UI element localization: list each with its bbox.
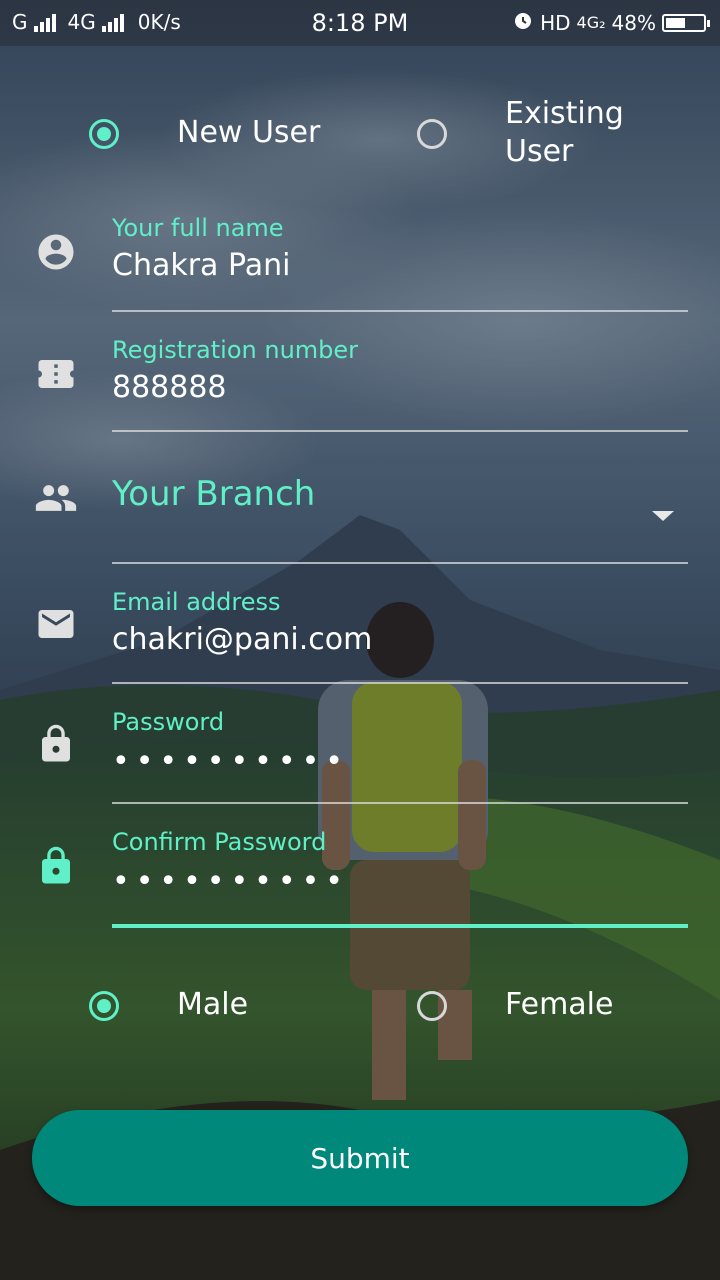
female-label[interactable]: Female [505,986,613,1024]
password-label: Password [112,708,225,736]
account-circle-icon [34,230,78,274]
registration-label: Registration number [112,336,359,364]
email-icon [34,602,78,646]
password-input[interactable]: •••••••••• [112,744,349,779]
network-type: 4G₂ [576,13,606,32]
full-name-underline [112,310,688,312]
email-underline [112,682,688,684]
branch-placeholder[interactable]: Your Branch [112,474,315,514]
submit-button[interactable]: Submit [32,1110,688,1206]
status-bar-right: HD 4G₂ 48% [512,9,710,36]
full-name-input[interactable]: Chakra Pani [112,248,290,283]
lock-icon [34,722,78,766]
lock-icon [34,844,78,888]
hd-label: HD [540,10,571,35]
male-radio[interactable] [89,991,119,1021]
confirm-password-input[interactable]: •••••••••• [112,864,349,899]
female-radio[interactable] [417,991,447,1021]
full-name-label: Your full name [112,214,284,242]
submit-label: Submit [310,1141,410,1175]
people-icon [34,476,78,520]
confirm-password-underline [112,924,688,928]
alarm-icon [512,9,534,36]
existing-user-radio[interactable] [417,119,447,149]
email-input[interactable]: chakri@pani.com [112,622,372,657]
male-label[interactable]: Male [177,986,248,1024]
battery-icon [662,13,710,32]
existing-user-label[interactable]: Existing User [505,95,675,171]
confirm-password-label: Confirm Password [112,828,327,856]
dropdown-arrow-icon[interactable] [652,511,674,521]
password-underline [112,802,688,804]
email-label: Email address [112,588,281,616]
new-user-label[interactable]: New User [177,114,320,152]
registration-underline [112,430,688,432]
registration-input[interactable]: 888888 [112,370,227,405]
status-bar: G 4G 0K/s 8:18 PM HD 4G₂ 48% [0,0,720,46]
battery-percent: 48% [611,10,656,35]
new-user-radio[interactable] [89,119,119,149]
branch-underline [112,562,688,564]
ticket-icon [34,352,78,396]
